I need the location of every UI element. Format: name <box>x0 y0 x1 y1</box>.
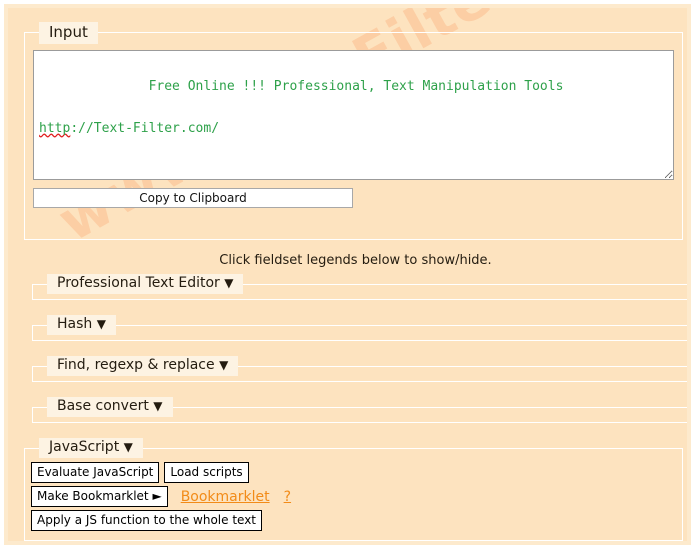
load-scripts-button[interactable]: Load scripts <box>164 462 249 484</box>
textarea-shell: Free Online !!! Professional, Text Manip… <box>33 49 674 180</box>
input-fieldset-legend: Input <box>39 22 98 44</box>
javascript-button-row-1: Evaluate JavaScript Load scripts <box>31 462 682 484</box>
base-convert-fieldset: Base convert ▼ <box>32 397 687 423</box>
base-convert-legend-label: Base convert <box>57 398 149 414</box>
chevron-down-icon: ▼ <box>123 440 133 454</box>
javascript-button-row-3: Apply a JS function to the whole text <box>31 510 682 532</box>
make-bookmarklet-button[interactable]: Make Bookmarklet ► <box>31 486 168 508</box>
page-root: www.Text-Filter.com Input Free Online !!… <box>0 0 695 549</box>
find-replace-fieldset-legend[interactable]: Find, regexp & replace ▼ <box>47 356 239 377</box>
chevron-down-icon: ▼ <box>219 358 229 372</box>
base-convert-fieldset-legend[interactable]: Base convert ▼ <box>47 397 173 418</box>
input-textarea[interactable] <box>33 49 674 180</box>
input-fieldset: Input Free Online !!! Professional, Text… <box>24 22 683 240</box>
bookmarklet-link[interactable]: Bookmarklet <box>181 489 270 505</box>
javascript-body: Evaluate JavaScript Load scripts Make Bo… <box>25 458 682 540</box>
javascript-fieldset-legend[interactable]: JavaScript ▼ <box>39 438 143 459</box>
find-replace-fieldset: Find, regexp & replace ▼ <box>32 356 687 382</box>
chevron-down-icon: ▼ <box>96 317 106 331</box>
text-editor-legend-label: Professional Text Editor <box>57 275 220 291</box>
apply-js-function-button[interactable]: Apply a JS function to the whole text <box>31 510 263 532</box>
javascript-button-row-2: Make Bookmarklet ► Bookmarklet ? <box>31 486 682 508</box>
javascript-legend-label: JavaScript <box>49 439 120 455</box>
copy-button-row: Copy to Clipboard <box>25 180 682 216</box>
hash-fieldset-legend[interactable]: Hash ▼ <box>47 315 116 336</box>
chevron-down-icon: ▼ <box>224 276 234 290</box>
evaluate-javascript-button[interactable]: Evaluate JavaScript <box>31 462 160 484</box>
javascript-fieldset: JavaScript ▼ Evaluate JavaScript Load sc… <box>24 438 683 541</box>
bookmarklet-help-icon[interactable]: ? <box>284 489 291 505</box>
text-editor-fieldset-legend[interactable]: Professional Text Editor ▼ <box>47 274 244 295</box>
hash-legend-label: Hash <box>57 316 93 332</box>
hash-fieldset: Hash ▼ <box>32 315 687 341</box>
text-editor-fieldset: Professional Text Editor ▼ <box>32 274 687 300</box>
chevron-down-icon: ▼ <box>153 399 163 413</box>
show-hide-hint: Click fieldset legends below to show/hid… <box>219 253 492 268</box>
textarea-wrapper: Free Online !!! Professional, Text Manip… <box>25 44 682 180</box>
page-body: www.Text-Filter.com Input Free Online !!… <box>8 8 687 541</box>
find-replace-legend-label: Find, regexp & replace <box>57 357 215 373</box>
copy-to-clipboard-button[interactable]: Copy to Clipboard <box>33 187 353 208</box>
